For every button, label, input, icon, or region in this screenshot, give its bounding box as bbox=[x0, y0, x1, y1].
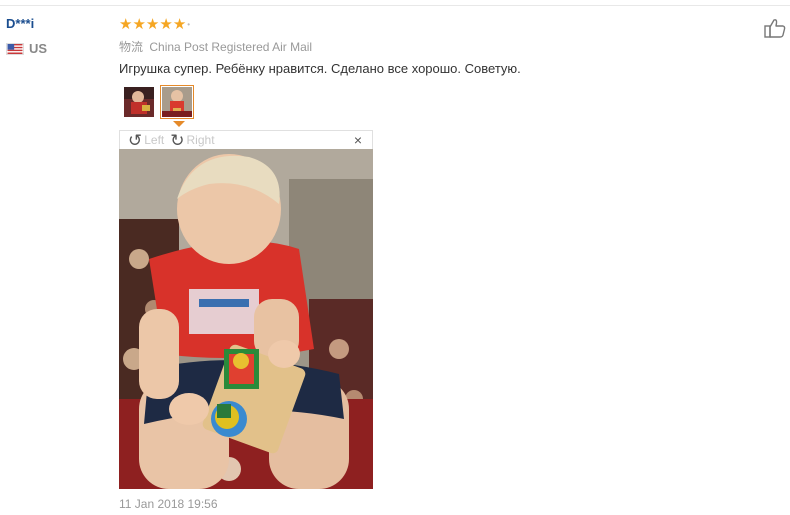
shipping-method: China Post Registered Air Mail bbox=[149, 40, 313, 54]
viewer-toolbar: ↺ Left ↻ Right × bbox=[119, 130, 373, 149]
shipping-label: 物流 bbox=[119, 40, 144, 54]
shipping-info: 物流 China Post Registered Air Mail bbox=[119, 38, 312, 55]
star-icon: ★ bbox=[159, 16, 173, 33]
reviewer-country: US bbox=[6, 41, 47, 56]
country-code: US bbox=[29, 41, 48, 56]
thumbnail-image bbox=[124, 87, 154, 117]
thumbs-up-icon[interactable] bbox=[764, 18, 786, 38]
thumbnail-pointer bbox=[173, 121, 185, 127]
rating-tail-icon: • bbox=[187, 20, 191, 29]
rotate-right-label: Right bbox=[186, 133, 215, 147]
review-photo[interactable] bbox=[119, 149, 373, 489]
rotate-right-icon: ↻ bbox=[170, 130, 185, 150]
thumbnail-image bbox=[162, 87, 192, 117]
rotate-left-icon: ↺ bbox=[128, 130, 143, 150]
star-icon: ★ bbox=[119, 16, 133, 33]
photo-thumbnail-selected[interactable] bbox=[160, 85, 194, 119]
star-icon: ★ bbox=[145, 16, 160, 33]
review-date: 11 Jan 2018 19:56 bbox=[119, 497, 218, 511]
photo-viewer: ↺ Left ↻ Right × bbox=[119, 130, 373, 490]
close-icon[interactable]: × bbox=[354, 132, 362, 148]
photo-thumbnails bbox=[122, 85, 194, 119]
review-comment: Игрушка супер. Ребёнку нравится. Сделано… bbox=[119, 61, 521, 76]
star-icon: ★ bbox=[172, 16, 187, 33]
rotate-left-label: Left bbox=[144, 133, 165, 147]
us-flag-icon bbox=[6, 42, 24, 55]
top-divider bbox=[0, 5, 790, 6]
photo-thumbnail[interactable] bbox=[122, 85, 156, 119]
reviewer-name: D***i bbox=[6, 16, 35, 31]
rotate-left-button[interactable]: ↺ Left bbox=[128, 132, 164, 149]
star-icon: ★ bbox=[132, 16, 146, 33]
rating-stars: ★ ★ ★ ★ ★ • bbox=[119, 17, 190, 33]
rotate-right-button[interactable]: ↻ Right bbox=[170, 132, 214, 149]
